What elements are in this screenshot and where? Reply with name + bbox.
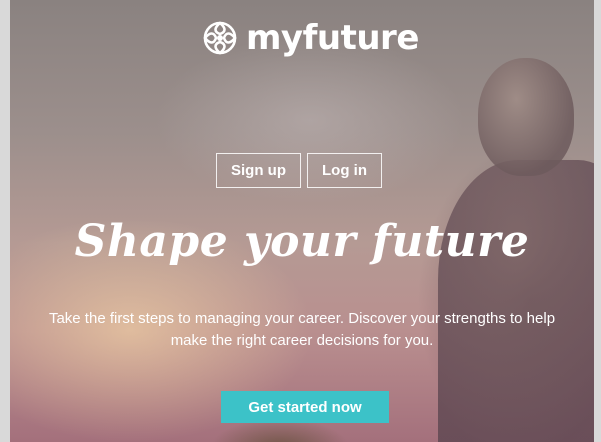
- hero-subtitle: Take the first steps to managing your ca…: [10, 308, 594, 352]
- brand-name: myfuture: [246, 18, 419, 58]
- brand-logo[interactable]: myfuture: [200, 14, 419, 62]
- signup-button[interactable]: Sign up: [216, 153, 301, 188]
- hero-banner: myfuture Sign up Log in Shape your futur…: [10, 0, 594, 442]
- rosette-figure-icon: [203, 21, 237, 55]
- auth-buttons: Sign up Log in: [216, 153, 382, 188]
- login-button[interactable]: Log in: [307, 153, 382, 188]
- hero-subtitle-line: Take the first steps to managing your ca…: [48, 310, 556, 327]
- hero-headline: Shape your future: [74, 216, 530, 267]
- get-started-button[interactable]: Get started now: [221, 391, 389, 423]
- background-person-silhouette: [438, 160, 594, 442]
- hero-subtitle-line: make the right career decisions for you.: [170, 332, 434, 349]
- background-person-head: [478, 58, 574, 176]
